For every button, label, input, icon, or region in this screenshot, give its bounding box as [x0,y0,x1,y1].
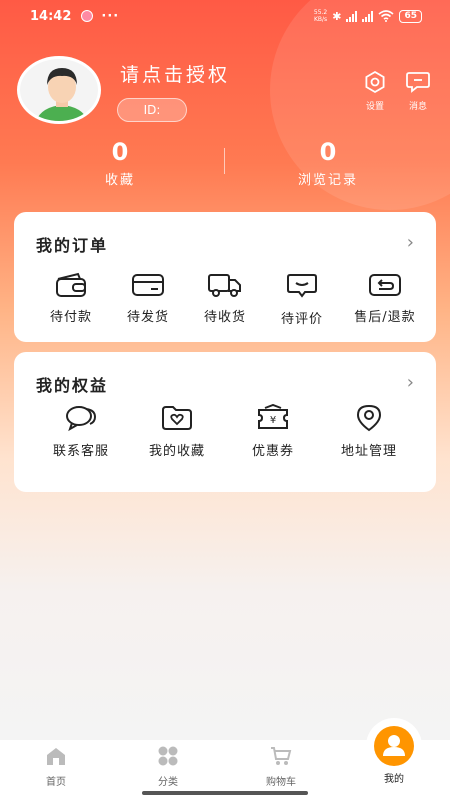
status-bar: 14:42 ··· 55.2 KB/s ✱ 65 [0,0,450,32]
benefit-address-management[interactable]: 地址管理 [329,404,409,459]
benefit-customer-service[interactable]: 联系客服 [41,404,121,459]
favorites-stat[interactable]: 0 收藏 [60,138,180,188]
order-pending-review[interactable]: 待评价 [262,272,342,327]
nav-label: 分类 [158,777,178,788]
comment-icon [287,274,317,298]
cart-icon [271,747,292,765]
folder-heart-icon [162,406,192,430]
history-stat[interactable]: 0 浏览记录 [268,138,388,188]
stat-divider [224,148,225,174]
notification-icon [81,10,94,22]
benefit-item-label: 我的收藏 [148,444,205,459]
settings-button[interactable]: 设置 [357,70,393,112]
messages-label: 消息 [408,102,427,112]
favorites-count: 0 [111,138,129,166]
settings-icon [365,70,385,94]
orders-more-arrow[interactable]: › [407,232,414,253]
signal-icon-2 [362,10,374,22]
benefit-item-label: 联系客服 [52,444,109,459]
return-icon [369,274,401,296]
network-speed-value: 55.2 [313,9,328,16]
nav-category[interactable]: 分类 [138,746,198,788]
benefits-card: 我的权益 › 联系客服 我的收藏 ¥ 优惠券 地址管理 [14,352,436,492]
user-id-badge: ID: [117,98,187,122]
nav-label: 我的 [384,774,404,785]
orders-card: 我的订单 › 待付款 待发货 待收货 待评价 售后/退款 [14,212,436,342]
benefit-my-favorites[interactable]: 我的收藏 [137,404,217,459]
wifi-icon [378,10,394,22]
message-icon [406,72,430,93]
status-time: 14:42 [30,8,72,24]
username[interactable]: 请点击授权 [120,60,230,87]
settings-label: 设置 [365,102,384,112]
grid-icon [158,746,178,766]
order-item-label: 售后/退款 [354,310,416,325]
card-icon [132,274,164,296]
benefit-coupons[interactable]: ¥ 优惠券 [233,404,313,459]
avatar[interactable] [17,56,101,124]
order-pending-shipment[interactable]: 待发货 [108,272,188,325]
truck-icon [208,274,241,297]
orders-title: 我的订单 [36,236,109,255]
nav-home[interactable]: 首页 [26,746,86,788]
svg-text:¥: ¥ [270,415,276,426]
history-count: 0 [319,138,337,166]
chat-icon [66,406,97,432]
nav-cart[interactable]: 购物车 [251,746,311,788]
battery-icon: 65 [399,9,422,23]
signal-icon [346,10,358,22]
benefit-item-label: 地址管理 [340,444,397,459]
history-label: 浏览记录 [297,173,358,188]
home-icon [47,748,65,765]
status-right: 55.2 KB/s ✱ 65 [314,9,422,23]
coupon-icon: ¥ [258,404,288,429]
nav-label: 首页 [46,777,66,788]
order-pending-receipt[interactable]: 待收货 [185,272,265,325]
status-more: ··· [101,8,120,24]
benefits-title: 我的权益 [36,376,109,395]
benefits-more-arrow[interactable]: › [407,372,414,393]
nav-mine[interactable]: 我的 [366,718,422,785]
order-after-sales[interactable]: 售后/退款 [339,272,431,325]
network-speed-unit: KB/s [313,16,328,23]
favorites-label: 收藏 [104,173,135,188]
network-speed: 55.2 KB/s [314,9,327,23]
order-item-label: 待收货 [203,310,246,325]
location-icon [356,404,382,432]
order-pending-payment[interactable]: 待付款 [31,272,111,325]
wallet-icon [56,272,86,297]
user-icon [374,726,414,766]
bluetooth-icon: ✱ [332,9,342,23]
benefit-item-label: 优惠券 [251,444,294,459]
nav-label: 购物车 [266,777,296,788]
home-indicator [142,791,308,795]
order-item-label: 待付款 [49,310,92,325]
messages-button[interactable]: 消息 [400,70,436,112]
order-item-label: 待评价 [280,312,323,327]
order-item-label: 待发货 [126,310,169,325]
